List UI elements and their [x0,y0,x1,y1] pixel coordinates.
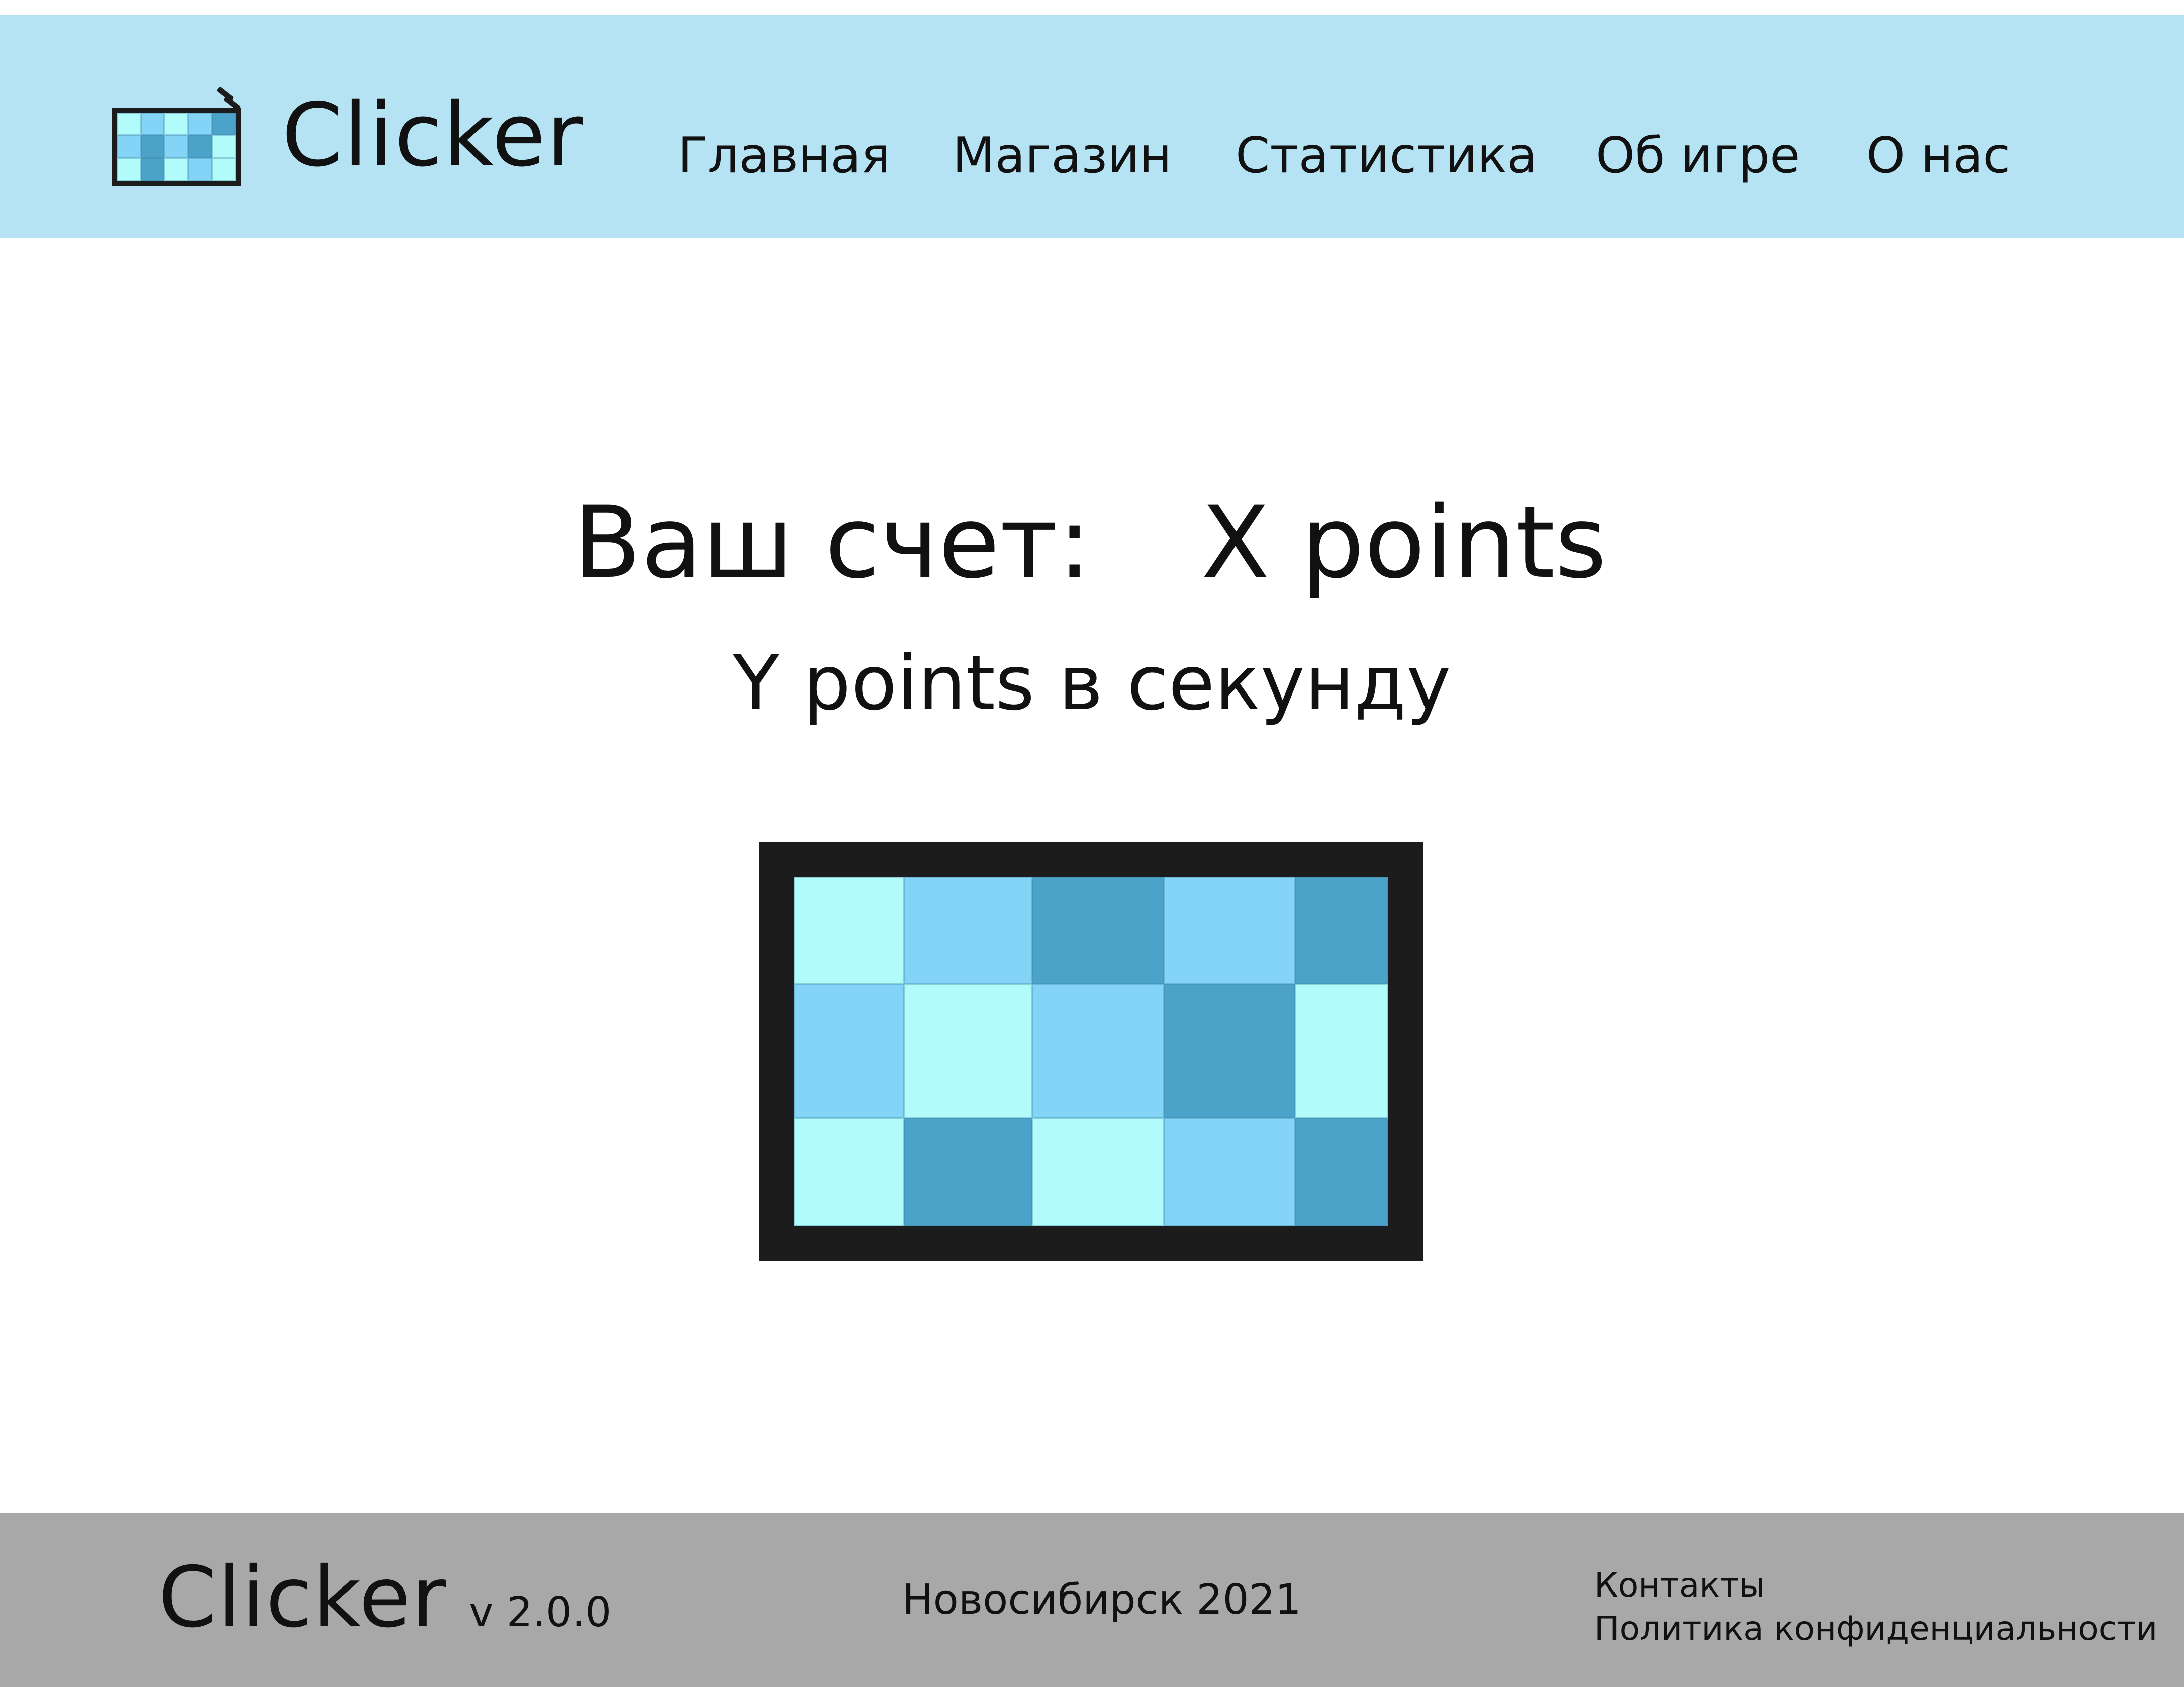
version-label: v 2.0.0 [469,1589,612,1636]
clicker-tile [1032,984,1164,1118]
footer-links: Контакты Политика конфиденциальности [1594,1564,2157,1650]
footer-brand-name: Clicker [158,1549,447,1646]
privacy-policy-link[interactable]: Политика конфиденциальности [1594,1607,2157,1650]
nav-item-stats[interactable]: Статистика [1236,121,1537,191]
main-nav: Главная Магазин Статистика Об игре О нас [0,121,2184,191]
clicker-tile [1295,984,1388,1118]
nav-item-about-us[interactable]: О нас [1866,121,2010,191]
clicker-tile [1295,1118,1388,1226]
clicker-tile [794,1118,904,1226]
clicker-tile [794,984,904,1118]
site-header: Clicker Главная Магазин Статистика Об иг… [0,15,2184,238]
score-row: Ваш счет: X points [0,482,2184,603]
nav-item-about-game[interactable]: Об игре [1596,121,1800,191]
contacts-link[interactable]: Контакты [1594,1564,2157,1607]
site-footer: Clicker v 2.0.0 Новосибирск 2021 Контакт… [0,1513,2184,1687]
nav-item-home[interactable]: Главная [678,121,890,191]
clicker-tile [904,877,1032,984]
clicker-tile [1164,984,1295,1118]
footer-brand: Clicker v 2.0.0 [158,1543,611,1653]
clicker-tile [794,877,904,984]
score-label: Ваш счет: [573,484,1091,601]
clicker-tile [904,984,1032,1118]
clicker-tile [1164,1118,1295,1226]
clicker-tile [1032,1118,1164,1226]
clicker-button[interactable] [759,842,1423,1261]
clicker-tile [1164,877,1295,984]
city-year: Новосибирск 2021 [902,1576,1301,1624]
points-per-second: Y points в секунду [733,640,1451,727]
score-value: X points [1201,484,1607,601]
nav-item-shop[interactable]: Магазин [953,121,1172,191]
clicker-tile [1295,877,1388,984]
clicker-tile [904,1118,1032,1226]
clicker-tile [1032,877,1164,984]
